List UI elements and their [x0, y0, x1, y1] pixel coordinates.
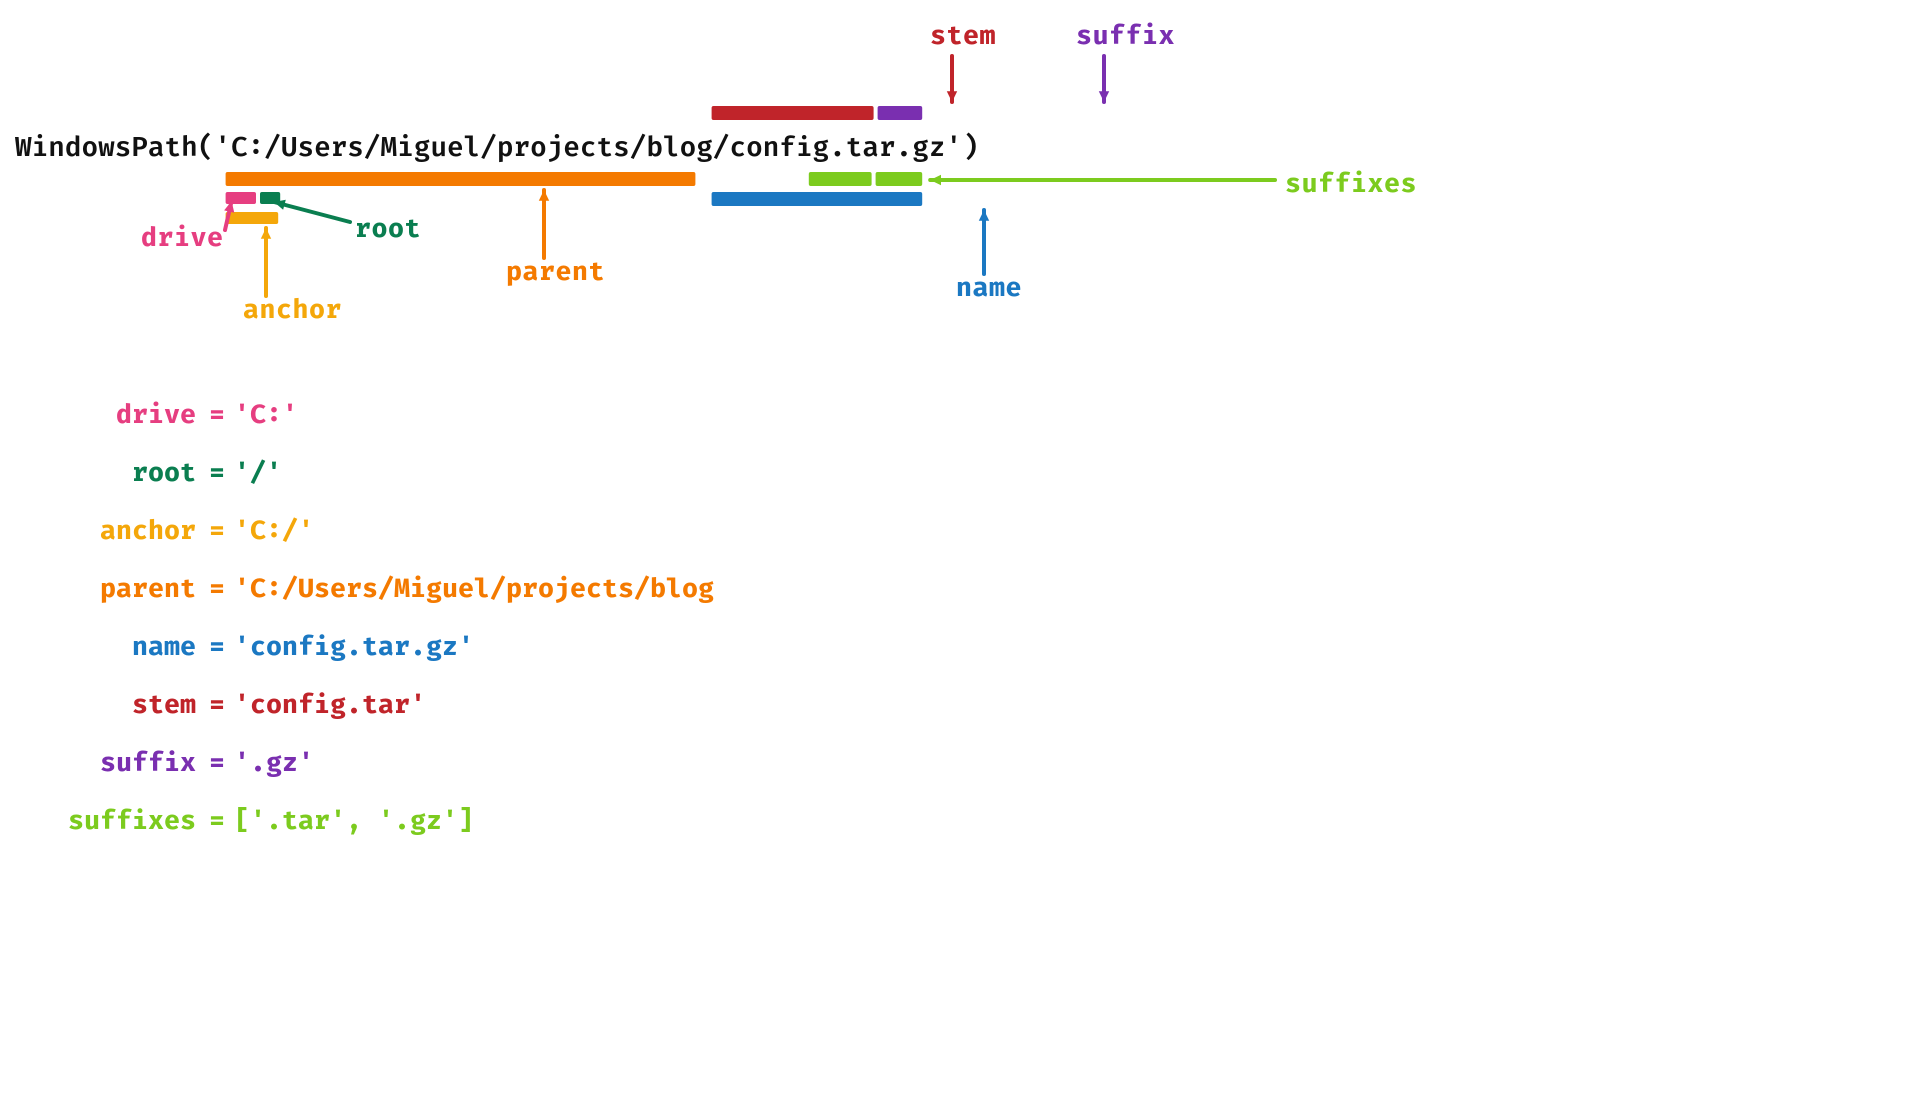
property-suffixes: suffixes=['.tar', '.gz']	[18, 792, 714, 850]
label-stem: stem	[930, 20, 996, 52]
path-expression: WindowsPath('C:/Users/Miguel/projects/bl…	[15, 132, 979, 165]
property-key: drive	[18, 386, 200, 444]
equals-sign: =	[200, 444, 234, 502]
property-value: 'C:/Users/Miguel/projects/blog	[234, 560, 714, 618]
label-suffixes: suffixes	[1285, 168, 1417, 200]
equals-sign: =	[200, 560, 234, 618]
equals-sign: =	[200, 676, 234, 734]
equals-sign: =	[200, 618, 234, 676]
equals-sign: =	[200, 502, 234, 560]
equals-sign: =	[200, 792, 234, 850]
property-value: 'C:'	[234, 386, 298, 444]
property-parent: parent='C:/Users/Miguel/projects/blog	[18, 560, 714, 618]
label-suffix: suffix	[1076, 20, 1175, 52]
property-value: 'config.tar'	[234, 676, 426, 734]
property-value: 'C:/'	[234, 502, 314, 560]
property-key: suffixes	[18, 792, 200, 850]
property-key: anchor	[18, 502, 200, 560]
property-value: '/'	[234, 444, 282, 502]
properties-list: drive='C:'root='/'anchor='C:/'parent='C:…	[18, 386, 714, 850]
property-suffix: suffix='.gz'	[18, 734, 714, 792]
label-drive: drive	[141, 222, 224, 254]
property-key: parent	[18, 560, 200, 618]
property-stem: stem='config.tar'	[18, 676, 714, 734]
label-anchor: anchor	[243, 294, 342, 326]
property-value: '.gz'	[234, 734, 314, 792]
property-key: name	[18, 618, 200, 676]
property-drive: drive='C:'	[18, 386, 714, 444]
property-key: suffix	[18, 734, 200, 792]
property-root: root='/'	[18, 444, 714, 502]
property-anchor: anchor='C:/'	[18, 502, 714, 560]
label-root: root	[355, 213, 421, 245]
property-key: root	[18, 444, 200, 502]
equals-sign: =	[200, 734, 234, 792]
property-value: 'config.tar.gz'	[234, 618, 474, 676]
equals-sign: =	[200, 386, 234, 444]
property-key: stem	[18, 676, 200, 734]
property-name: name='config.tar.gz'	[18, 618, 714, 676]
label-name: name	[956, 272, 1022, 304]
label-parent: parent	[506, 256, 605, 288]
property-value: ['.tar', '.gz']	[234, 792, 474, 850]
